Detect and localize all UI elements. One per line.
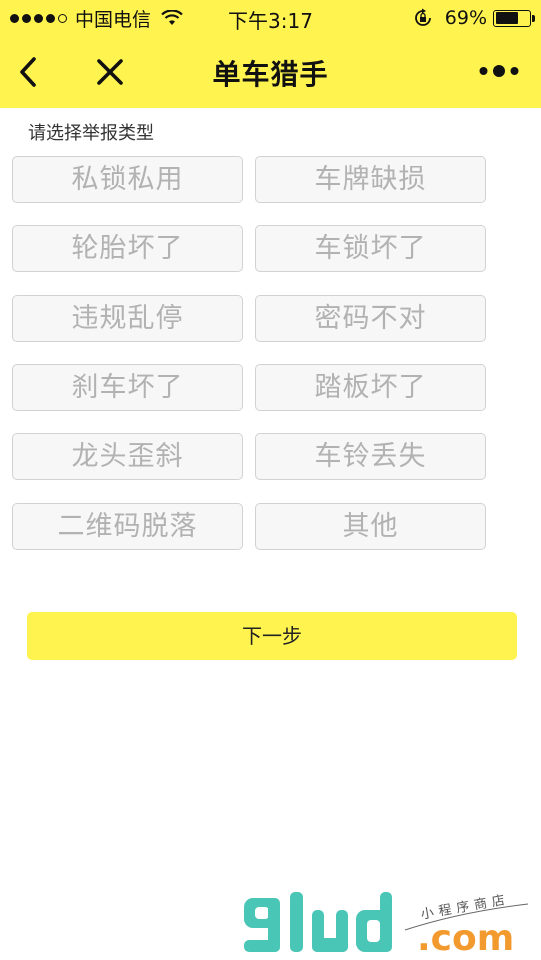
report-type-button[interactable]: 私锁私用	[12, 156, 243, 203]
status-bar: 中国电信 下午3:17 69%	[0, 0, 541, 36]
more-dots-icon[interactable]	[479, 62, 519, 80]
report-type-button[interactable]: 刹车坏了	[12, 364, 243, 411]
report-type-button[interactable]: 车铃丢失	[255, 433, 486, 480]
report-type-button[interactable]: 龙头歪斜	[12, 433, 243, 480]
section-label: 请选择举报类型	[28, 123, 154, 144]
report-type-button[interactable]: 违规乱停	[12, 295, 243, 342]
next-button[interactable]: 下一步	[27, 612, 517, 660]
watermark-dotcom: .com	[417, 918, 515, 959]
report-type-button[interactable]: 车牌缺损	[255, 156, 486, 203]
battery-percent: 69%	[444, 7, 487, 29]
report-type-button[interactable]: 密码不对	[255, 295, 486, 342]
nav-bar: 单车猎手	[0, 36, 541, 108]
report-type-button[interactable]: 车锁坏了	[255, 225, 486, 272]
battery-fill	[495, 12, 519, 24]
report-type-button[interactable]: 二维码脱落	[12, 503, 243, 550]
report-type-button[interactable]: 其他	[255, 503, 486, 550]
status-right: 69%	[413, 6, 535, 30]
report-type-button[interactable]: 轮胎坏了	[12, 225, 243, 272]
battery-icon	[493, 9, 535, 27]
report-type-button[interactable]: 踏板坏了	[255, 364, 486, 411]
rotation-lock-icon	[414, 8, 431, 26]
page-title: 单车猎手	[212, 58, 329, 91]
